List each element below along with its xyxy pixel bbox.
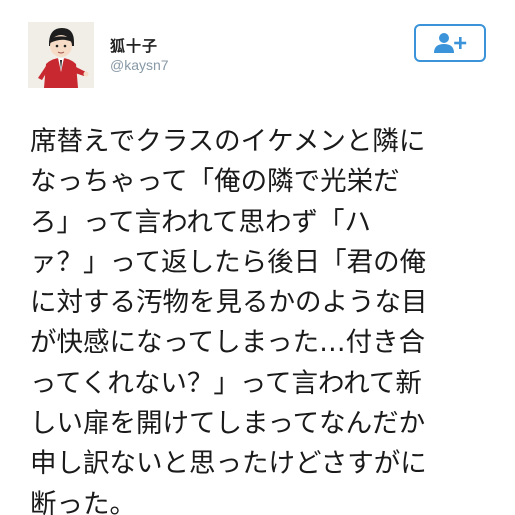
follow-button[interactable] [414, 24, 486, 62]
add-user-icon [434, 33, 467, 53]
tweet-card: 狐十子 @kaysn7 席替えでクラスのイケメンと隣に なっちゃって「俺の隣で光… [0, 0, 515, 515]
user-avatar[interactable] [28, 22, 94, 88]
username[interactable]: @kaysn7 [110, 57, 169, 73]
display-name[interactable]: 狐十子 [110, 35, 158, 56]
tweet-text: 席替えでクラスのイケメンと隣に なっちゃって「俺の隣で光栄だ ろ」って言われて思… [30, 126, 428, 515]
character-avatar-icon [28, 22, 94, 88]
